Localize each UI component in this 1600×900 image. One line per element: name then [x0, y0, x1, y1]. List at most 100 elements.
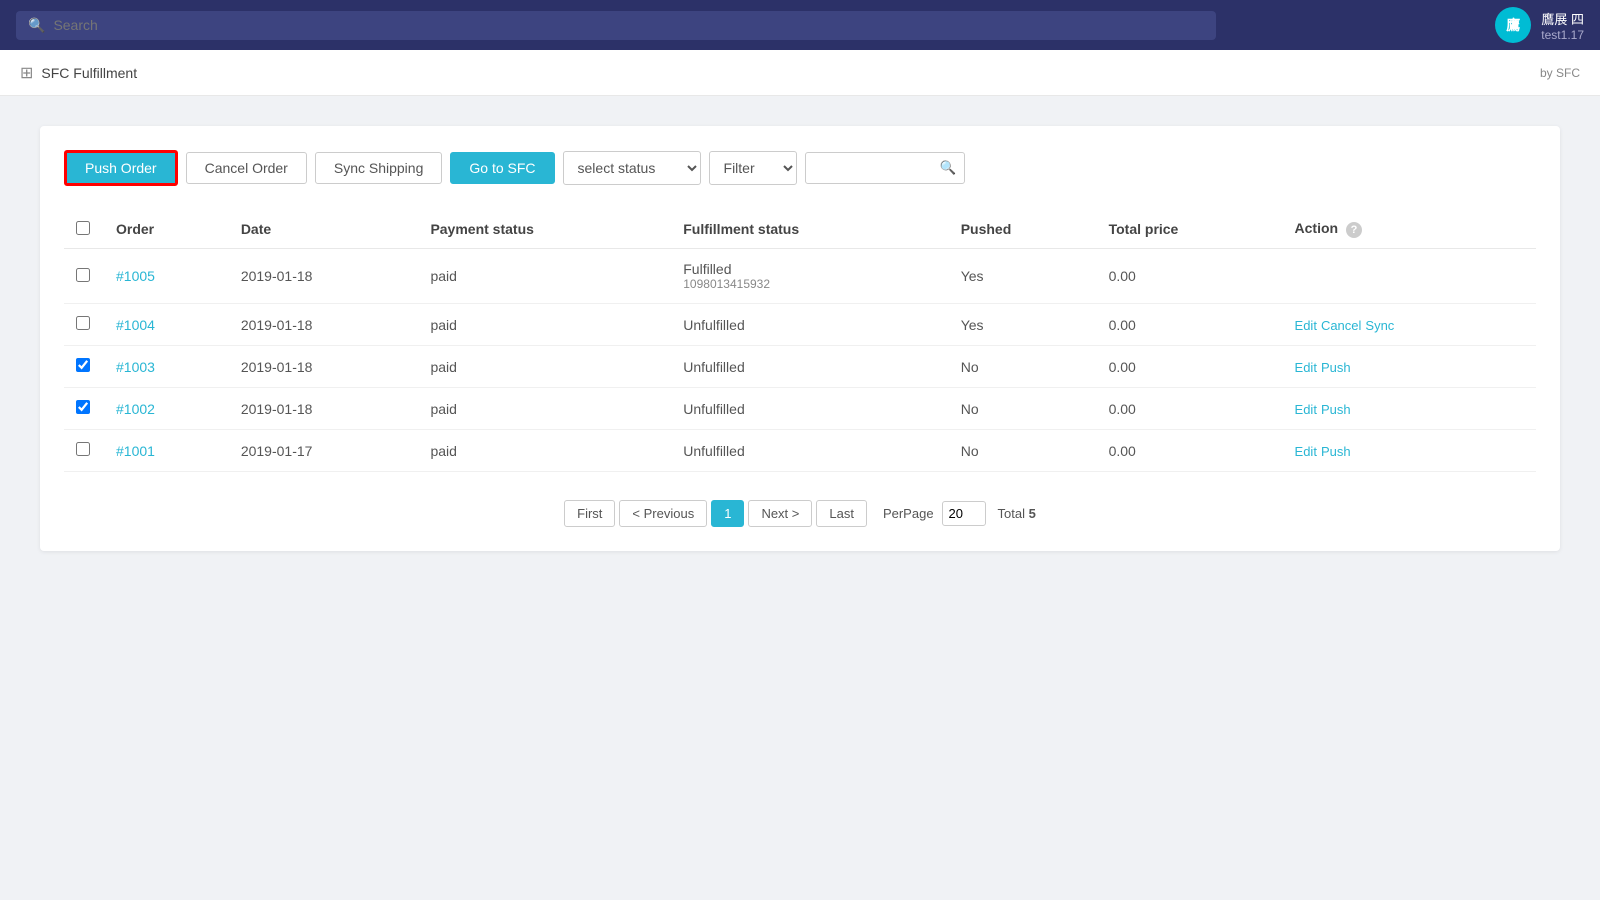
total-price: 0.00: [1097, 430, 1283, 472]
total-price: 0.00: [1097, 388, 1283, 430]
select-status-dropdown[interactable]: select status: [563, 151, 701, 185]
fulfillment-status: Unfulfilled: [671, 304, 948, 346]
action-cell: [1283, 249, 1536, 304]
filter-search-button[interactable]: 🔍: [940, 160, 957, 176]
table-body: #10052019-01-18paidFulfilled109801341593…: [64, 249, 1536, 472]
col-order: Order: [104, 210, 229, 249]
user-info: 鷹展 四 test1.17: [1541, 9, 1584, 42]
search-bar: 🔍: [16, 11, 1216, 40]
pagination: First < Previous 1 Next > Last PerPage T…: [64, 500, 1536, 527]
action-cell: Edit Cancel Sync: [1283, 304, 1536, 346]
pushed-status: Yes: [949, 304, 1097, 346]
total-label: Total 5: [998, 506, 1036, 521]
checkbox-row-1005[interactable]: [76, 268, 90, 282]
pushed-status: No: [949, 430, 1097, 472]
avatar: 鷹: [1495, 7, 1531, 43]
col-pushed: Pushed: [949, 210, 1097, 249]
payment-status: paid: [418, 430, 671, 472]
toolbar: Push Order Cancel Order Sync Shipping Go…: [64, 150, 1536, 186]
checkbox-row-1001[interactable]: [76, 442, 90, 456]
order-date: 2019-01-18: [229, 249, 419, 304]
col-date: Date: [229, 210, 419, 249]
sync-shipping-button[interactable]: Sync Shipping: [315, 152, 443, 184]
search-input[interactable]: [53, 17, 1204, 33]
per-page-input[interactable]: [942, 501, 986, 526]
fulfillment-status: Unfulfilled: [671, 388, 948, 430]
fulfillment-status: Fulfilled1098013415932: [671, 249, 948, 304]
col-fulfillment: Fulfillment status: [671, 210, 948, 249]
order-date: 2019-01-18: [229, 346, 419, 388]
action-edit-row-1002[interactable]: Edit: [1295, 402, 1317, 417]
order-date: 2019-01-18: [229, 304, 419, 346]
pushed-status: Yes: [949, 249, 1097, 304]
action-push-row-1003[interactable]: Push: [1321, 360, 1351, 375]
first-page-button[interactable]: First: [564, 500, 615, 527]
total-price: 0.00: [1097, 249, 1283, 304]
action-push-row-1002[interactable]: Push: [1321, 402, 1351, 417]
action-help-icon[interactable]: ?: [1346, 222, 1362, 238]
table-row: #1005 2019-01-18paidFulfilled109801341593…: [64, 249, 1536, 304]
filter-dropdown[interactable]: Filter: [709, 151, 797, 185]
checkbox-row-1003[interactable]: [76, 358, 90, 372]
app-name: SFC Fulfillment: [41, 65, 137, 81]
prev-page-button[interactable]: < Previous: [619, 500, 707, 527]
per-page-label: PerPage: [883, 506, 934, 521]
go-to-sfc-button[interactable]: Go to SFC: [450, 152, 554, 184]
table-row: #10022019-01-18paidUnfulfilledNo0.00Edit…: [64, 388, 1536, 430]
pushed-status: No: [949, 388, 1097, 430]
orders-table: Order Date Payment status Fulfillment st…: [64, 210, 1536, 472]
cancel-order-button[interactable]: Cancel Order: [186, 152, 307, 184]
action-sync-row-1004[interactable]: Sync: [1365, 318, 1394, 333]
order-link-row-1003[interactable]: #1003: [116, 359, 155, 375]
pushed-status: No: [949, 346, 1097, 388]
table-row: #10042019-01-18paidUnfulfilledYes0.00Edi…: [64, 304, 1536, 346]
col-payment: Payment status: [418, 210, 671, 249]
table-header: Order Date Payment status Fulfillment st…: [64, 210, 1536, 249]
action-cell: Edit Push: [1283, 388, 1536, 430]
total-price: 0.00: [1097, 304, 1283, 346]
fulfillment-status: Unfulfilled: [671, 430, 948, 472]
payment-status: paid: [418, 346, 671, 388]
table-row: #10032019-01-18paidUnfulfilledNo0.00Edit…: [64, 346, 1536, 388]
action-edit-row-1004[interactable]: Edit: [1295, 318, 1317, 333]
action-cell: Edit Push: [1283, 346, 1536, 388]
checkbox-row-1002[interactable]: [76, 400, 90, 414]
order-date: 2019-01-17: [229, 430, 419, 472]
search-icon: 🔍: [28, 17, 45, 34]
card: Push Order Cancel Order Sync Shipping Go…: [40, 126, 1560, 551]
sub-nav-left: ⊞ SFC Fulfillment: [20, 63, 137, 83]
col-action: Action ?: [1283, 210, 1536, 249]
action-push-row-1001[interactable]: Push: [1321, 444, 1351, 459]
order-link-row-1005[interactable]: #1005: [116, 268, 155, 284]
by-label: by SFC: [1540, 66, 1580, 80]
action-cancel-row-1004[interactable]: Cancel: [1321, 318, 1361, 333]
payment-status: paid: [418, 388, 671, 430]
select-all-checkbox[interactable]: [76, 221, 90, 235]
filter-search-wrap: 🔍: [805, 152, 965, 184]
next-page-button[interactable]: Next >: [748, 500, 812, 527]
order-link-row-1004[interactable]: #1004: [116, 317, 155, 333]
fulfillment-tracking: 1098013415932: [683, 277, 936, 291]
payment-status: paid: [418, 249, 671, 304]
action-edit-row-1003[interactable]: Edit: [1295, 360, 1317, 375]
col-total: Total price: [1097, 210, 1283, 249]
payment-status: paid: [418, 304, 671, 346]
grid-icon: ⊞: [20, 63, 33, 83]
user-area: 鷹 鷹展 四 test1.17: [1495, 7, 1584, 43]
checkbox-row-1004[interactable]: [76, 316, 90, 330]
user-sub: test1.17: [1541, 28, 1584, 42]
current-page-button[interactable]: 1: [711, 500, 744, 527]
order-link-row-1002[interactable]: #1002: [116, 401, 155, 417]
last-page-button[interactable]: Last: [816, 500, 867, 527]
action-edit-row-1001[interactable]: Edit: [1295, 444, 1317, 459]
table-row: #10012019-01-17paidUnfulfilledNo0.00Edit…: [64, 430, 1536, 472]
top-nav: 🔍 鷹 鷹展 四 test1.17: [0, 0, 1600, 50]
action-cell: Edit Push: [1283, 430, 1536, 472]
order-link-row-1001[interactable]: #1001: [116, 443, 155, 459]
total-price: 0.00: [1097, 346, 1283, 388]
push-order-button[interactable]: Push Order: [64, 150, 178, 186]
fulfillment-status: Unfulfilled: [671, 346, 948, 388]
user-name: 鷹展 四: [1541, 9, 1584, 28]
main-content: Push Order Cancel Order Sync Shipping Go…: [0, 96, 1600, 581]
sub-nav: ⊞ SFC Fulfillment by SFC: [0, 50, 1600, 96]
